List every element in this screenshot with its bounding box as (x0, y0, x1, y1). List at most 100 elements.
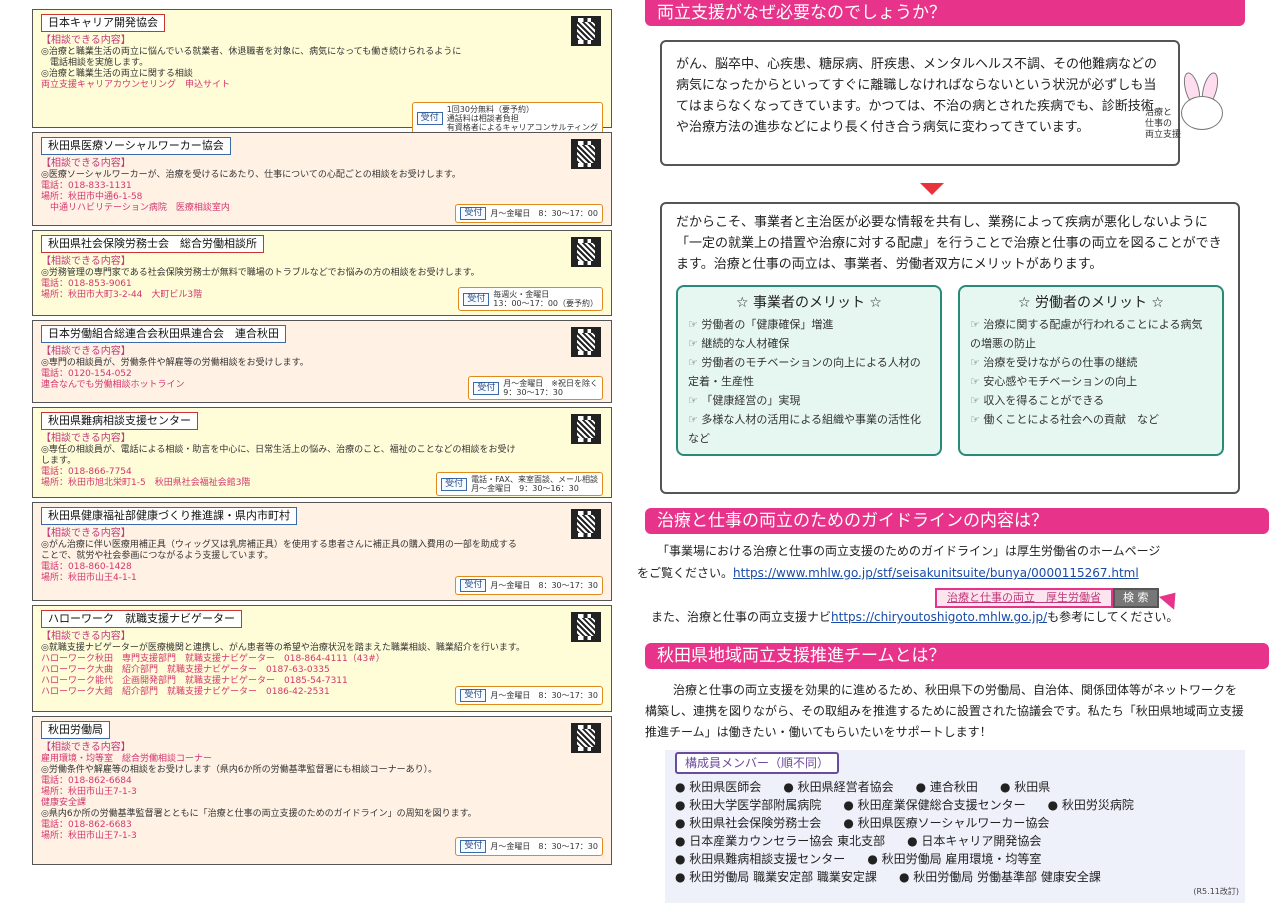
member-row: 日本産業カウンセラー協会 東北支部 日本キャリア開発協会 (675, 832, 1235, 850)
card-desc: ◎県内6か所の労働基準監督署とともに「治療と仕事の両立支援のためのガイドライン」… (41, 809, 477, 819)
reception-button[interactable]: 受付 (460, 689, 487, 702)
member-item: 連合秋田 (916, 780, 978, 794)
worker-merit-item: 働くことによる社会への貢献 など (970, 410, 1212, 429)
member-row: 秋田県医師会 秋田県経営者協会 連合秋田 秋田県 (675, 778, 1235, 796)
qr-code-icon[interactable] (571, 327, 601, 357)
employer-merit-item: 「健康経営の」実現 (688, 391, 930, 410)
card-contact: 場所：秋田市山王7-1-3 (41, 787, 137, 797)
mascot-label-line: 両立支援 (1145, 130, 1182, 140)
merit-intro: だからこそ、事業者と主治医が必要な情報を共有し、業務によって疾病が悪化しないよう… (676, 215, 1222, 272)
card-contact: 健康安全課 (41, 798, 87, 808)
reception-button[interactable]: 受付 (460, 840, 487, 853)
worker-merit-item: 安心感やモチベーションの向上 (970, 372, 1212, 391)
worker-merit: ☆ 労働者のメリット ☆ 治療に関する配慮が行われることによる病気の増悪の防止治… (958, 285, 1224, 456)
team-description: 治療と仕事の両立支援を効果的に進めるため、秋田県下の労働局、自治体、関係団体等が… (645, 683, 1244, 739)
worker-merit-item: 収入を得ることができる (970, 391, 1212, 410)
employer-merit-item: 多様な人材の活用による組織や事業の活性化 など (688, 410, 932, 448)
reception-button[interactable]: 受付 (473, 381, 500, 395)
mascot-label: 治療と 仕事の 両立支援 (1145, 108, 1181, 141)
qr-code-icon[interactable] (571, 237, 601, 267)
card-contact: 場所：秋田市中通6-1-58 (41, 192, 143, 202)
employer-merit-title: ☆ 事業者のメリット ☆ (735, 295, 882, 311)
guideline-line2-pre: をご覧ください。 (637, 566, 734, 580)
search-button[interactable]: 検 索 (1113, 588, 1159, 608)
card-desc: ◎労務管理の専門家である社会保険労務士が無料で職場のトラブルなどでお悩みの方の相… (41, 268, 480, 278)
card-desc: ◎がん治療に伴い医療用補正具（ウィッグ又は乳房補正具）を使用する患者さんに補正具… (41, 540, 517, 550)
consult-card: 秋田県健康福祉部健康づくり推進課・県内市町村【相談できる内容】 ◎がん治療に伴い医… (32, 502, 612, 601)
card-contact: ハローワーク秋田 専門支援部門 就職支援ナビゲーター 018-864-4111（… (41, 654, 385, 664)
mhlw-guideline-link[interactable]: https://www.mhlw.go.jp/stf/seisakunitsui… (733, 566, 1139, 580)
card-desc: ◎専任の相談員が、電話による相談・助言を中心に、日常生活上の悩み、治療のこと、福… (41, 445, 516, 455)
card-desc: ◎治療と職業生活の両立に関する相談 (41, 69, 193, 79)
qr-code-icon[interactable] (571, 612, 601, 642)
member-row: 秋田大学医学部附属病院 秋田産業保健総合支援センター 秋田労災病院 (675, 796, 1235, 814)
reception-button[interactable]: 受付 (416, 112, 443, 125)
member-list-title: 構成員メンバー（順不同） (675, 752, 840, 774)
mascot-label-line: 仕事の (1145, 119, 1173, 129)
reception-box: 受付 月～金曜日 8：30～17：30 (455, 837, 603, 856)
member-item: 日本産業カウンセラー協会 東北支部 (675, 834, 885, 848)
card-title: 【相談できる内容】 (41, 35, 131, 46)
card-name: 日本労働組合総連合会秋田県連合会 連合秋田 (41, 325, 286, 343)
card-name: 秋田県健康福祉部健康づくり推進課・県内市町村 (41, 507, 297, 525)
search-query[interactable]: 治療と仕事の両立 厚生労働省 (935, 588, 1113, 608)
card-desc: します。 (41, 456, 77, 466)
guideline-line3-post: も参考にしてください。 (1047, 610, 1179, 624)
card-desc: ◎労働条件や解雇等の相談をお受けします（県内6か所の労働基準監督署にも相談コーナ… (41, 765, 438, 775)
employer-merit-item: 労働者のモチベーションの向上による人材の定着・生産性 (688, 353, 930, 391)
card-desc: ◎就職支援ナビゲーターが医療機関と連携し、がん患者等の希望や治療状況を踏まえた職… (41, 643, 525, 653)
guideline-line3-pre: また、治療と仕事の両立支援ナビ (651, 610, 832, 624)
consult-card: ハローワーク 就職支援ナビゲーター【相談できる内容】 ◎就職支援ナビゲーターが医療… (32, 605, 612, 712)
qr-code-icon[interactable] (571, 16, 601, 46)
card-name: 日本キャリア開発協会 (41, 14, 165, 32)
member-item: 秋田産業保健総合支援センター (843, 798, 1025, 812)
qr-code-icon[interactable] (571, 414, 601, 444)
section-heading-team: 秋田県地域両立支援推進チームとは？ (645, 643, 1269, 669)
guideline-line1: 「事業場における治療と仕事の両立支援のためのガイドライン」は厚生労働省のホームペ… (657, 544, 1161, 558)
reception-hours: 月～金曜日 8：30～17：30 (490, 691, 598, 700)
card-desc: ◎医療ソーシャルワーカーが、治療を受けるにあたり、仕事についての心配ごとの相談を… (41, 170, 461, 180)
reception-hours: 有資格者によるキャリアコンサルティング (446, 123, 598, 132)
left-column: 日本キャリア開発協会 【相談できる内容】 ◎治療と職業生活の両立に悩んでいる就業者、… (32, 9, 612, 869)
reception-box: 受付 1回30分無料（要予約） 通話料は相談者負担 有資格者によるキャリアコンサルティ… (411, 102, 603, 135)
consult-card: 秋田県難病相談支援センター 【相談できる内容】 ◎専任の相談員が、電話による相談・助… (32, 407, 612, 498)
card-desc: ◎専門の相談員が、労働条件や解雇等の労働相談をお受けします。 (41, 358, 309, 368)
reception-box: 受付 月～金曜日 ※祝日を除く 9：30～17：30 (468, 376, 603, 400)
reception-box: 受付 月～金曜日 8：30～17：30 (455, 576, 603, 595)
reception-button[interactable]: 受付 (463, 292, 490, 306)
card-name: ハローワーク 就職支援ナビゲーター (41, 610, 242, 628)
card-desc: 電話相談を実施します。 (41, 58, 149, 68)
reception-hours: 月～金曜日 ※祝日を除く (503, 379, 598, 388)
member-row: 秋田県社会保険労務士会 秋田県医療ソーシャルワーカー協会 (675, 814, 1235, 832)
member-item: 秋田県医療ソーシャルワーカー協会 (843, 816, 1049, 830)
arrow-down-icon (920, 183, 944, 195)
card-title: 【相談できる内容】 (41, 528, 131, 539)
card-title: 【相談できる内容】 (41, 256, 131, 267)
merit-box: だからこそ、事業者と主治医が必要な情報を共有し、業務によって疾病が悪化しないよう… (660, 202, 1240, 494)
card-title: 【相談できる内容】 (41, 346, 131, 357)
card-title: 【相談できる内容】 (41, 631, 131, 642)
section-heading-why: 両立支援がなぜ必要なのでしょうか？ (645, 0, 1245, 26)
reception-box: 受付 毎週火・金曜日 13：00～17：00（要予約） (458, 287, 603, 311)
reception-hours: 月～金曜日 8：30～17：00 (490, 209, 598, 218)
why-box: がん、脳卒中、心疾患、糖尿病、肝疾患、メンタルヘルス不調、その他難病などの病気に… (660, 40, 1180, 166)
consult-card: 秋田県社会保険労務士会 総合労働相談所 【相談できる内容】 ◎労務管理の専門家である… (32, 230, 612, 316)
consult-card: 日本キャリア開発協会 【相談できる内容】 ◎治療と職業生活の両立に悩んでいる就業者、… (32, 9, 612, 135)
qr-code-icon[interactable] (571, 509, 601, 539)
consult-card: 日本労働組合総連合会秋田県連合会 連合秋田【相談できる内容】 ◎専門の相談員が、労… (32, 320, 612, 403)
reception-hours: 13：00～17：00（要予約） (493, 299, 598, 308)
reception-button[interactable]: 受付 (460, 207, 487, 220)
qr-code-icon[interactable] (571, 723, 601, 753)
reception-hours: 通話料は相談者負担 (446, 114, 519, 123)
consult-card: 秋田労働局 【相談できる内容】 雇用環境・均等室 総合労働相談コーナー ◎労働条件や解… (32, 716, 612, 865)
card-contact: 電話：018-862-6684 (41, 776, 132, 786)
qr-code-icon[interactable] (571, 139, 601, 169)
card-contact: 電話：018-833-1131 (41, 181, 132, 191)
card-desc: ことで、就労や社会参画につながるよう支援しています。 (41, 551, 274, 561)
search-box: 治療と仕事の両立 厚生労働省 検 索 (935, 586, 1183, 610)
reception-button[interactable]: 受付 (441, 477, 468, 491)
reception-button[interactable]: 受付 (460, 579, 487, 592)
mascot-label-line: 治療と (1145, 108, 1173, 118)
navi-link[interactable]: https://chiryoutoshigoto.mhlw.go.jp/ (831, 610, 1047, 624)
card-title: 【相談できる内容】 (41, 742, 131, 753)
